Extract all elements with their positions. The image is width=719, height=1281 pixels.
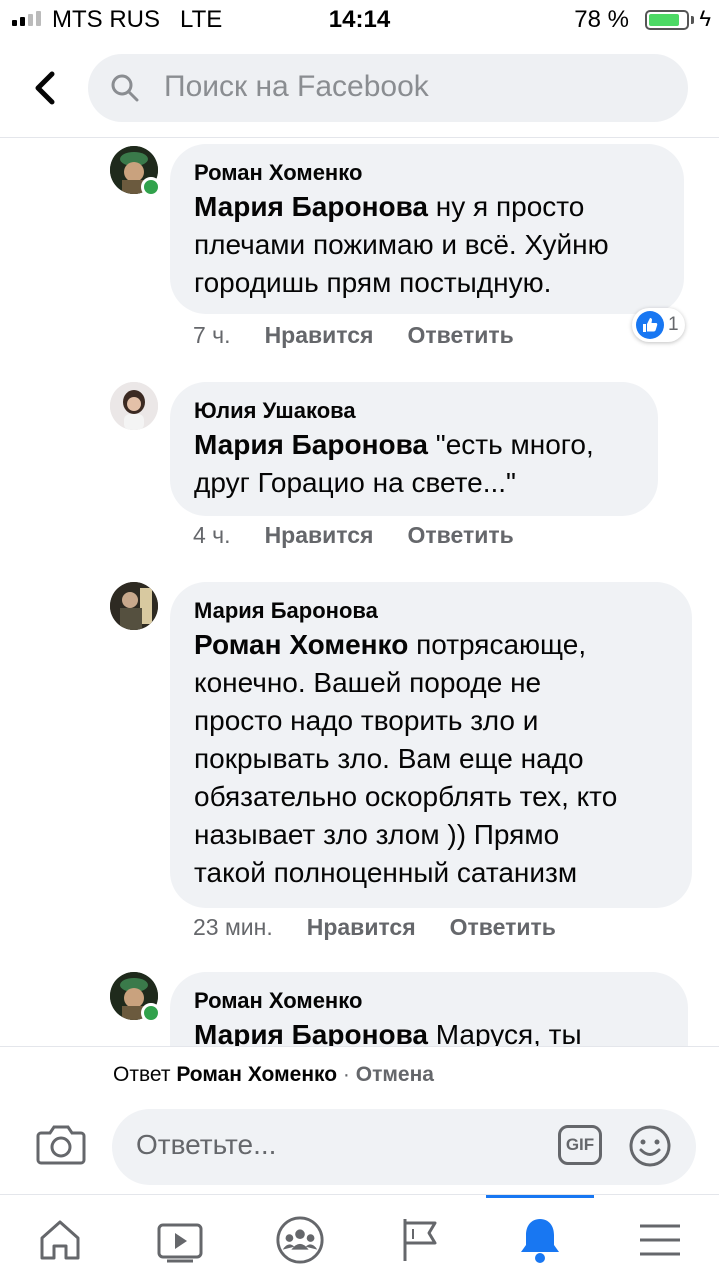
video-icon <box>157 1223 203 1263</box>
header: Поиск на Facebook <box>0 40 719 138</box>
menu-icon <box>640 1224 680 1256</box>
tab-menu[interactable] <box>635 1215 685 1265</box>
comment-mention[interactable]: Мария Баронова <box>194 429 428 460</box>
battery-percent: 78 % <box>574 6 629 33</box>
emoji-icon[interactable] <box>628 1124 672 1168</box>
active-tab-indicator <box>486 1195 594 1198</box>
comment-text: Роман Хоменко потрясающе, конечно. Вашей … <box>194 629 618 888</box>
search-icon <box>111 74 139 102</box>
camera-button[interactable] <box>36 1121 86 1167</box>
reply-button[interactable]: Ответить <box>407 522 513 549</box>
online-indicator <box>141 177 161 197</box>
comment-text: Мария Баронова "есть много, друг Горацио … <box>194 429 594 498</box>
back-button[interactable] <box>30 68 62 108</box>
comment-author[interactable]: Юлия Ушакова <box>194 396 634 426</box>
tab-notifications[interactable] <box>515 1215 565 1265</box>
comment-time: 7 ч. <box>193 322 231 348</box>
charging-icon: ϟ <box>699 6 711 31</box>
search-input[interactable]: Поиск на Facebook <box>88 54 688 122</box>
reply-button[interactable]: Ответить <box>407 322 513 349</box>
comment-time: 4 ч. <box>193 522 231 548</box>
comment-meta: 23 мин. Нравится Ответить <box>193 914 556 941</box>
status-bar: MTS RUS LTE 14:14 78 % ϟ <box>0 0 719 40</box>
tab-video[interactable] <box>155 1215 205 1265</box>
like-button[interactable]: Нравится <box>265 322 374 349</box>
pages-flag-icon <box>403 1219 437 1261</box>
comment-bubble[interactable]: Роман Хоменко Мария Баронова ну я просто… <box>170 144 684 314</box>
tab-groups[interactable] <box>275 1215 325 1265</box>
like-button[interactable]: Нравится <box>265 522 374 549</box>
comment-time: 23 мин. <box>193 914 273 940</box>
tab-pages[interactable] <box>395 1215 445 1265</box>
comment-bubble[interactable]: Мария Баронова Роман Хоменко потрясающе,… <box>170 582 692 908</box>
comment-text: Мария Баронова ну я просто плечами пожима… <box>194 191 609 298</box>
tab-home[interactable] <box>35 1215 85 1265</box>
reaction-count: 1 <box>668 314 679 335</box>
camera-icon <box>36 1125 86 1165</box>
notifications-bell-icon <box>521 1219 559 1263</box>
comment-author[interactable]: Роман Хоменко <box>194 986 664 1016</box>
groups-icon <box>276 1216 324 1264</box>
replying-to-label: Ответ Роман Хоменко · Отмена <box>113 1063 434 1086</box>
like-button[interactable]: Нравится <box>307 914 416 941</box>
online-indicator <box>141 1003 161 1023</box>
comment-meta: 7 ч. Нравится Ответить <box>193 322 514 349</box>
comment-mention[interactable]: Роман Хоменко <box>194 629 408 660</box>
comment-author[interactable]: Мария Баронова <box>194 596 668 626</box>
reply-composer: Ответ Роман Хоменко · Отмена Ответьте...… <box>0 1046 719 1195</box>
bottom-tab-bar <box>0 1194 719 1281</box>
reply-input-placeholder: Ответьте... <box>136 1129 277 1160</box>
comment-author[interactable]: Роман Хоменко <box>194 158 660 188</box>
reply-target-name: Роман Хоменко <box>176 1063 338 1086</box>
home-icon <box>40 1220 80 1260</box>
reply-button[interactable]: Ответить <box>450 914 556 941</box>
like-reaction-icon <box>636 311 664 339</box>
comment-mention[interactable]: Мария Баронова <box>194 191 428 222</box>
chevron-left-icon <box>35 71 55 105</box>
gif-button[interactable]: GIF <box>558 1125 602 1165</box>
comment-bubble[interactable]: Юлия Ушакова Мария Баронова "есть много,… <box>170 382 658 516</box>
battery-icon <box>645 10 689 30</box>
comment-meta: 4 ч. Нравится Ответить <box>193 522 514 549</box>
reply-input[interactable]: Ответьте... GIF <box>112 1109 696 1185</box>
reaction-summary[interactable]: 1 <box>632 308 685 342</box>
search-placeholder: Поиск на Facebook <box>164 70 429 103</box>
avatar[interactable] <box>110 382 158 430</box>
avatar[interactable] <box>110 582 158 630</box>
cancel-reply-button[interactable]: Отмена <box>356 1063 434 1086</box>
